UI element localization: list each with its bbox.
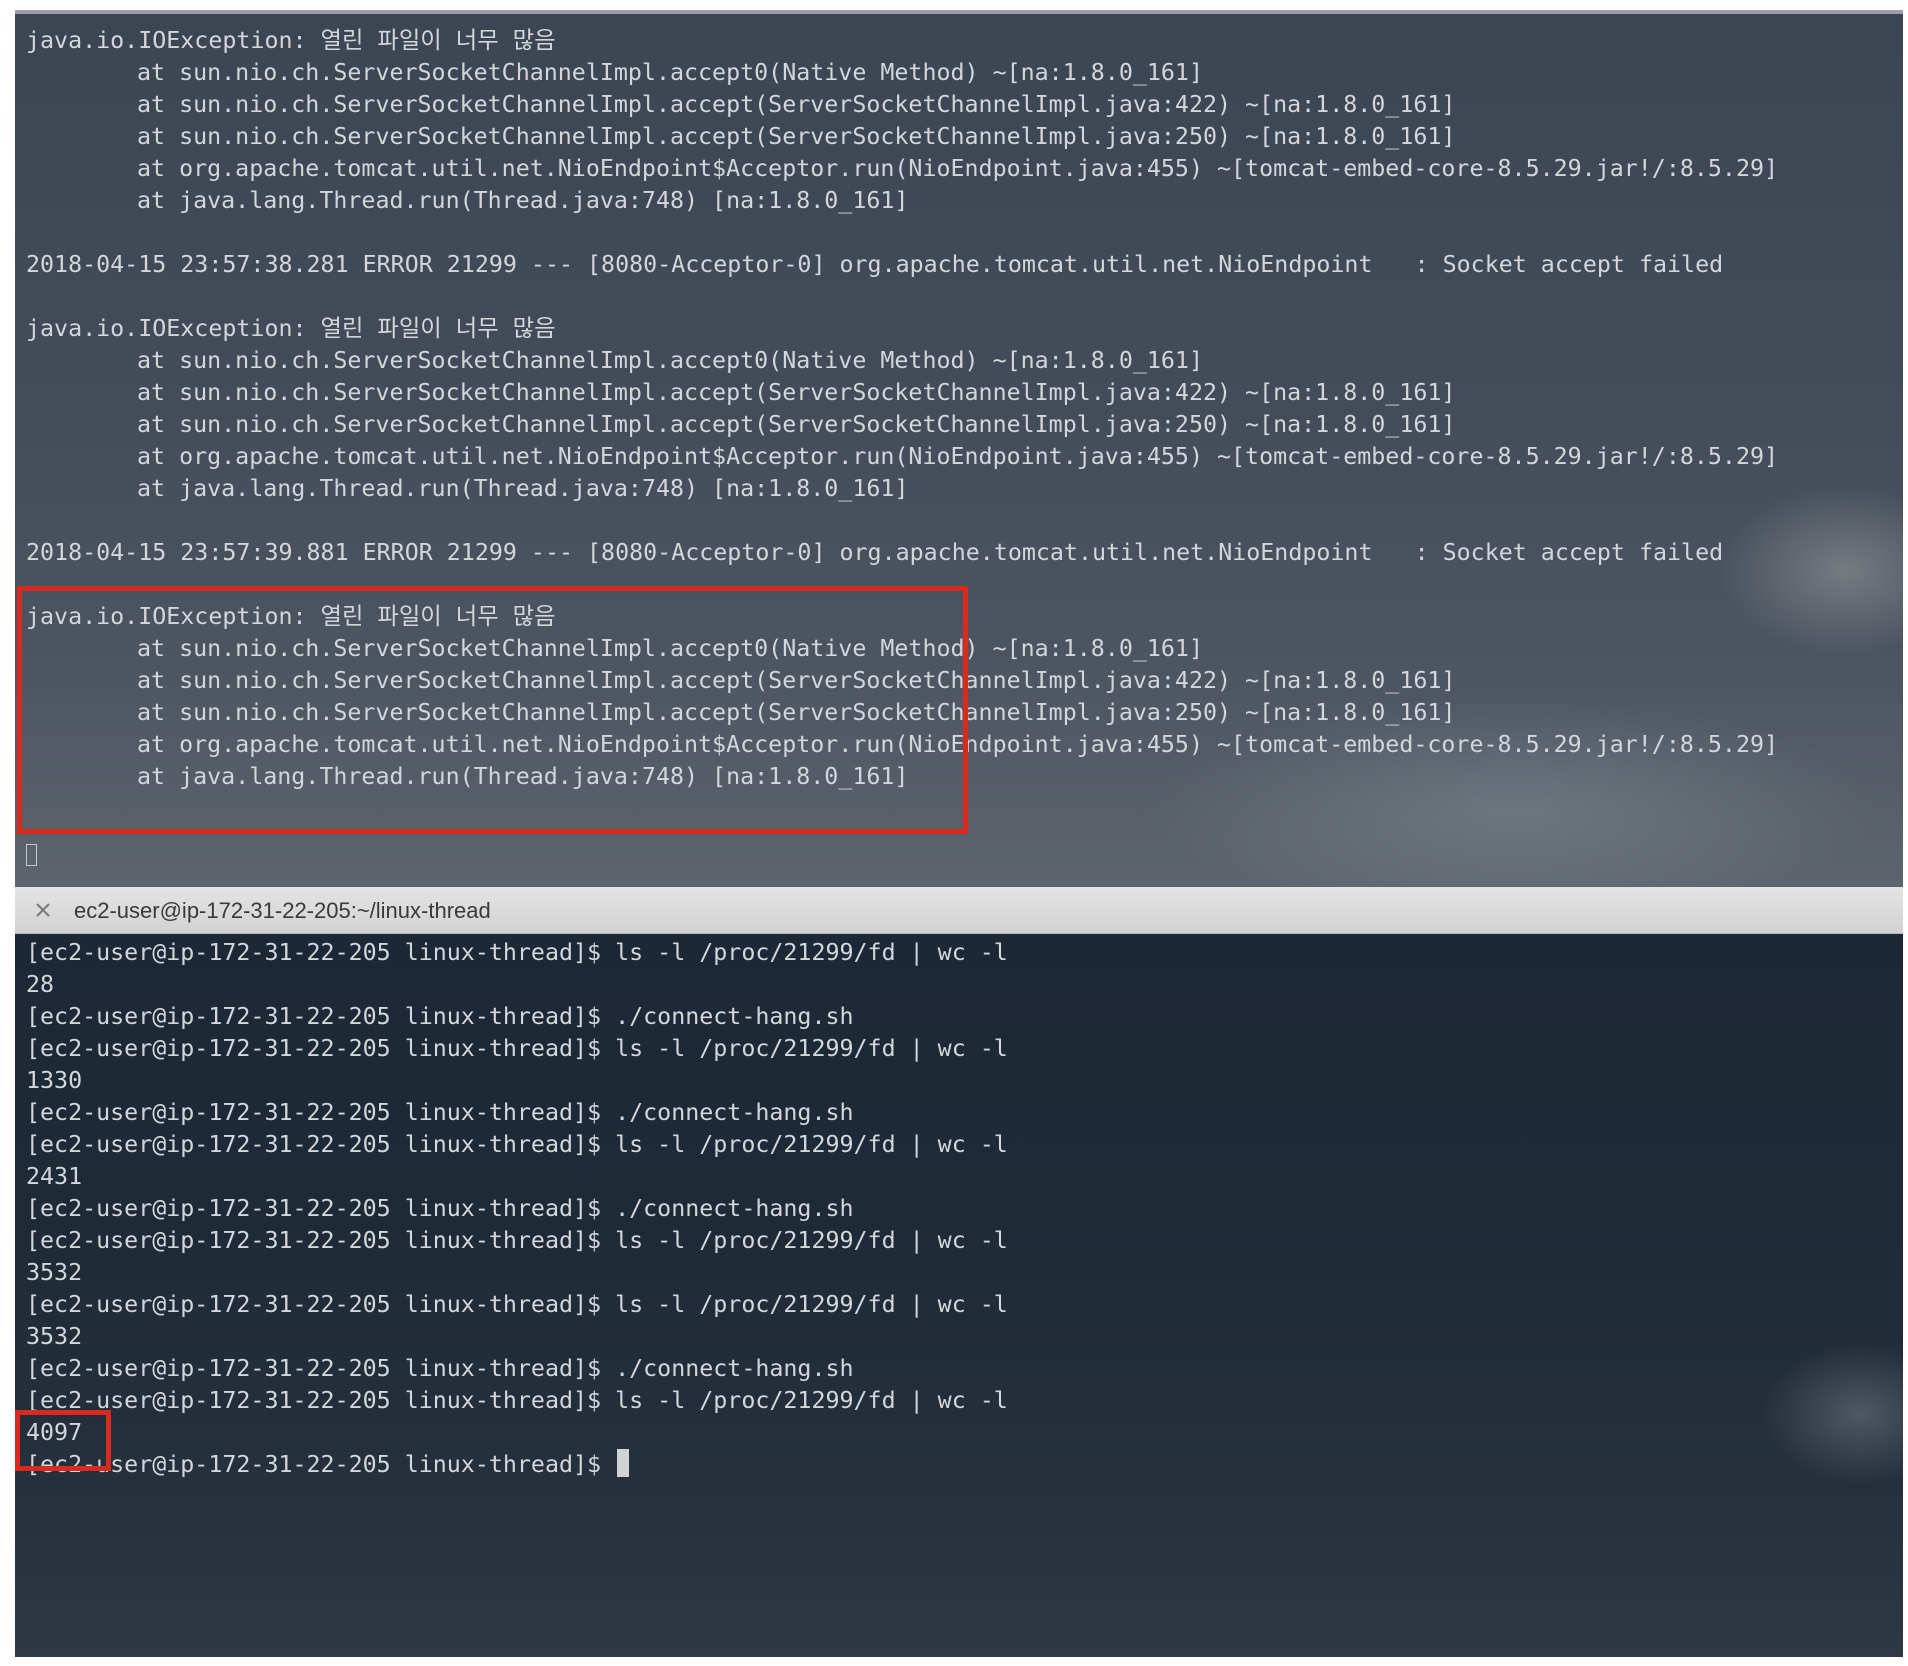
terminal-line: at sun.nio.ch.ServerSocketChannelImpl.ac… [137, 347, 1203, 374]
terminal-line: at java.lang.Thread.run(Thread.java:748)… [137, 763, 909, 790]
terminal-line: at sun.nio.ch.ServerSocketChannelImpl.ac… [137, 379, 1456, 406]
terminal-output: [ec2-user@ip-172-31-22-205 linux-thread]… [26, 937, 1008, 1481]
terminal-line: at org.apache.tomcat.util.net.NioEndpoin… [137, 443, 1779, 470]
terminal-line: [ec2-user@ip-172-31-22-205 linux-thread]… [26, 1035, 1008, 1062]
terminal-pane-top[interactable]: java.io.IOException: 열린 파일이 너무 많음 at sun.… [15, 10, 1903, 887]
terminal-line: [ec2-user@ip-172-31-22-205 linux-thread]… [26, 1291, 1008, 1318]
terminal-line: [ec2-user@ip-172-31-22-205 linux-thread]… [26, 939, 1008, 966]
terminal-line: at sun.nio.ch.ServerSocketChannelImpl.ac… [137, 667, 1456, 694]
terminal-line: [ec2-user@ip-172-31-22-205 linux-thread]… [26, 1131, 1008, 1158]
close-icon[interactable] [33, 900, 53, 920]
terminal-line: at sun.nio.ch.ServerSocketChannelImpl.ac… [137, 635, 1203, 662]
terminal-line: at java.lang.Thread.run(Thread.java:748)… [137, 475, 909, 502]
terminal-line: [ec2-user@ip-172-31-22-205 linux-thread]… [26, 1195, 854, 1222]
terminal-line: at org.apache.tomcat.util.net.NioEndpoin… [137, 731, 1779, 758]
terminal-line: 4097 [26, 1419, 83, 1446]
terminal-line: 3532 [26, 1259, 83, 1286]
terminal-line: 2431 [26, 1163, 83, 1190]
terminal-line: [ec2-user@ip-172-31-22-205 linux-thread]… [26, 1099, 854, 1126]
terminal-line: at sun.nio.ch.ServerSocketChannelImpl.ac… [137, 59, 1203, 86]
terminal-line: 2018-04-15 23:57:39.881 ERROR 21299 --- … [26, 539, 1724, 566]
pane-tab-title[interactable]: ec2-user@ip-172-31-22-205:~/linux-thread [74, 887, 491, 934]
terminal-line: 2018-04-15 23:57:38.281 ERROR 21299 --- … [26, 251, 1724, 278]
terminal-line: java.io.IOException: 열린 파일이 너무 많음 [26, 27, 556, 54]
terminal-line: [ec2-user@ip-172-31-22-205 linux-thread]… [26, 1227, 1008, 1254]
terminal-line: [ec2-user@ip-172-31-22-205 linux-thread]… [26, 1387, 1008, 1414]
prompt-line[interactable]: [ec2-user@ip-172-31-22-205 linux-thread]… [26, 1449, 1008, 1481]
terminal-line: at org.apache.tomcat.util.net.NioEndpoin… [137, 155, 1779, 182]
terminal-line: java.io.IOException: 열린 파일이 너무 많음 [26, 315, 556, 342]
terminal-line: 28 [26, 971, 55, 998]
terminal-line: at sun.nio.ch.ServerSocketChannelImpl.ac… [137, 699, 1456, 726]
terminal-line: 1330 [26, 1067, 83, 1094]
terminal-pane-bottom[interactable]: [ec2-user@ip-172-31-22-205 linux-thread]… [15, 934, 1903, 1657]
terminal-line: java.io.IOException: 열린 파일이 너무 많음 [26, 603, 556, 630]
inactive-cursor [26, 844, 37, 866]
terminal-line: 3532 [26, 1323, 83, 1350]
terminal-line: at sun.nio.ch.ServerSocketChannelImpl.ac… [137, 123, 1456, 150]
pane-tab-bar: ec2-user@ip-172-31-22-205:~/linux-thread [15, 887, 1903, 934]
terminal-line: at sun.nio.ch.ServerSocketChannelImpl.ac… [137, 91, 1456, 118]
terminal-line: [ec2-user@ip-172-31-22-205 linux-thread]… [26, 1003, 854, 1030]
text-cursor [617, 1449, 630, 1477]
shell-prompt: [ec2-user@ip-172-31-22-205 linux-thread]… [26, 1451, 616, 1478]
screenshot: java.io.IOException: 열린 파일이 너무 많음 at sun.… [15, 10, 1903, 1657]
terminal-output: java.io.IOException: 열린 파일이 너무 많음 at sun.… [26, 25, 1778, 793]
terminal-line: [ec2-user@ip-172-31-22-205 linux-thread]… [26, 1355, 854, 1382]
terminal-line: at java.lang.Thread.run(Thread.java:748)… [137, 187, 909, 214]
terminal-line: at sun.nio.ch.ServerSocketChannelImpl.ac… [137, 411, 1456, 438]
